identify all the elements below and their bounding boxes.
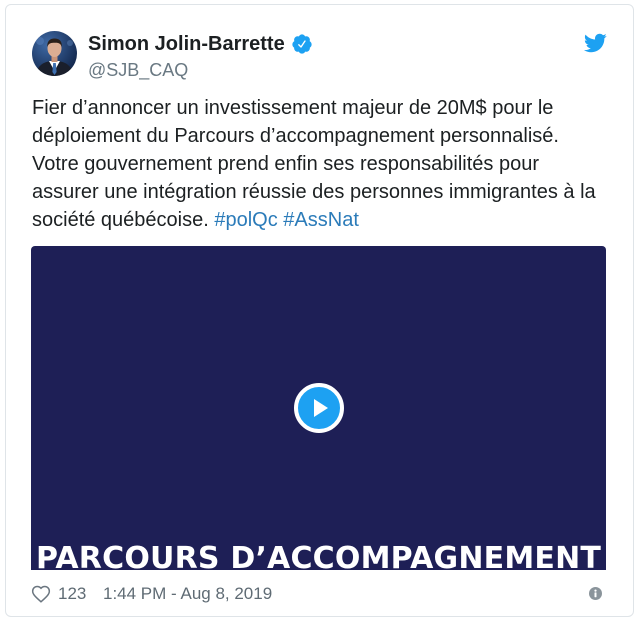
hashtag-polqc[interactable]: #polQc <box>214 209 277 231</box>
author-name-row: Simon Jolin-Barrette <box>88 32 313 56</box>
play-icon <box>313 399 328 417</box>
tweet-text: Fier d’annoncer un investissement majeur… <box>32 94 596 234</box>
play-button[interactable] <box>293 383 344 433</box>
verified-badge-icon <box>292 34 312 54</box>
author-handle[interactable]: @SJB_CAQ <box>88 59 188 81</box>
tweet-line: Votre gouvernement prend enfin ses respo… <box>32 153 539 175</box>
info-icon[interactable] <box>589 587 602 600</box>
author-avatar[interactable] <box>32 31 77 76</box>
tweet-line: Fier d’annoncer un investissement majeur… <box>32 97 554 119</box>
tweet-timestamp[interactable]: 1:44 PM - Aug 8, 2019 <box>103 584 272 604</box>
tweet-line-text: société québécoise. <box>32 209 209 231</box>
author-name[interactable]: Simon Jolin-Barrette <box>88 32 285 56</box>
video-player[interactable]: PARCOURS D’ACCOMPAGNEMENT <box>31 246 606 570</box>
like-count[interactable]: 123 <box>58 584 86 604</box>
tweet-line: déploiement du Parcours d’accompagnement… <box>32 125 559 147</box>
hashtag-assnat[interactable]: #AssNat <box>283 209 359 231</box>
tweet-line: assurer une intégration réussie des pers… <box>32 181 596 203</box>
tweet-line-last: société québécoise. #polQc #AssNat <box>32 206 596 234</box>
video-overlay-title: PARCOURS D’ACCOMPAGNEMENT <box>35 541 602 571</box>
twitter-bird-icon[interactable] <box>583 31 607 55</box>
heart-icon[interactable] <box>31 584 51 604</box>
avatar-photo <box>32 31 77 76</box>
